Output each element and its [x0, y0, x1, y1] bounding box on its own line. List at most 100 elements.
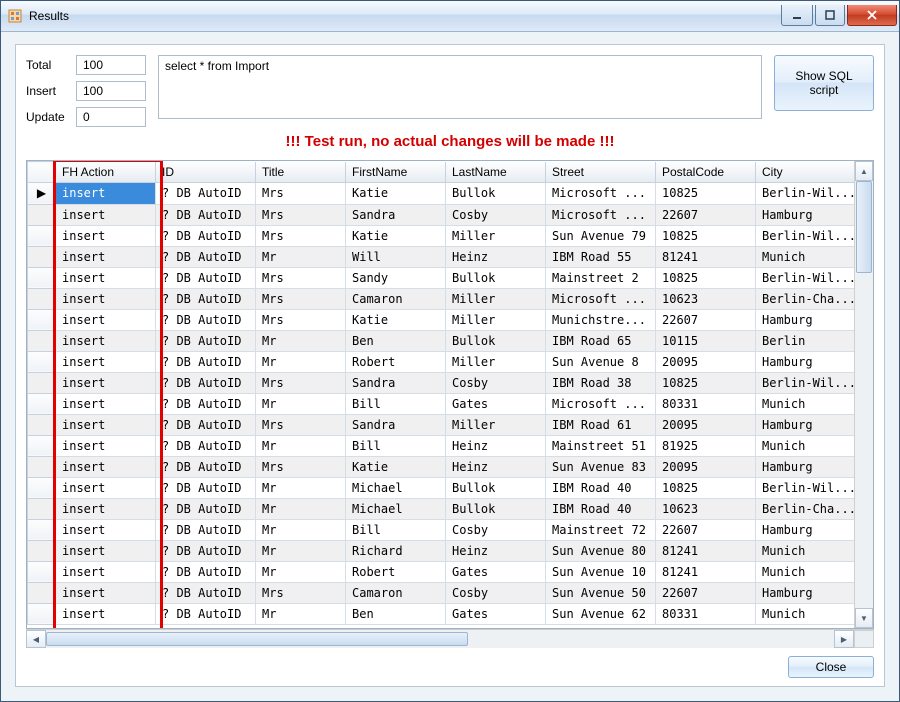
cell-first[interactable]: Katie	[346, 225, 446, 246]
cell-first[interactable]: Sandy	[346, 267, 446, 288]
cell-action[interactable]: insert	[56, 414, 156, 435]
row-indicator[interactable]	[28, 435, 56, 456]
cell-postal[interactable]: 80331	[656, 603, 756, 624]
row-indicator[interactable]	[28, 288, 56, 309]
table-row[interactable]: insert? DB AutoIDMrMichaelBullokIBM Road…	[28, 477, 855, 498]
cell-title[interactable]: Mr	[256, 435, 346, 456]
maximize-button[interactable]	[815, 5, 845, 26]
cell-postal[interactable]: 20095	[656, 456, 756, 477]
column-header-row[interactable]: FH Action ID Title FirstName LastName St…	[28, 162, 855, 183]
table-row[interactable]: insert? DB AutoIDMrBillHeinzMainstreet 5…	[28, 435, 855, 456]
scroll-left-arrow-icon[interactable]: ◀	[26, 630, 46, 648]
cell-first[interactable]: Katie	[346, 309, 446, 330]
cell-postal[interactable]: 20095	[656, 351, 756, 372]
cell-last[interactable]: Miller	[446, 351, 546, 372]
cell-city[interactable]: Munich	[756, 603, 855, 624]
cell-city[interactable]: Berlin-Cha...	[756, 288, 855, 309]
cell-id[interactable]: ? DB AutoID	[156, 414, 256, 435]
cell-postal[interactable]: 22607	[656, 519, 756, 540]
cell-first[interactable]: Katie	[346, 456, 446, 477]
cell-id[interactable]: ? DB AutoID	[156, 330, 256, 351]
col-street[interactable]: Street	[546, 162, 656, 183]
cell-action[interactable]: insert	[56, 204, 156, 225]
cell-first[interactable]: Bill	[346, 393, 446, 414]
sql-query-text[interactable]: select * from Import	[158, 55, 762, 119]
horizontal-scrollbar[interactable]: ◀ ▶	[26, 629, 874, 648]
cell-city[interactable]: Berlin-Cha...	[756, 498, 855, 519]
row-indicator[interactable]	[28, 372, 56, 393]
cell-action[interactable]: insert	[56, 477, 156, 498]
cell-street[interactable]: Microsoft ...	[546, 393, 656, 414]
close-window-button[interactable]	[847, 5, 897, 26]
col-postal[interactable]: PostalCode	[656, 162, 756, 183]
cell-city[interactable]: Hamburg	[756, 204, 855, 225]
titlebar[interactable]: Results	[1, 1, 899, 32]
cell-street[interactable]: Munichstre...	[546, 309, 656, 330]
cell-title[interactable]: Mr	[256, 540, 346, 561]
table-row[interactable]: insert? DB AutoIDMrMichaelBullokIBM Road…	[28, 498, 855, 519]
cell-id[interactable]: ? DB AutoID	[156, 477, 256, 498]
cell-postal[interactable]: 10825	[656, 267, 756, 288]
cell-city[interactable]: Munich	[756, 393, 855, 414]
cell-first[interactable]: Camaron	[346, 288, 446, 309]
cell-postal[interactable]: 81241	[656, 561, 756, 582]
cell-action[interactable]: insert	[56, 351, 156, 372]
cell-first[interactable]: Sandra	[346, 372, 446, 393]
table-row[interactable]: insert? DB AutoIDMrRichardHeinzSun Avenu…	[28, 540, 855, 561]
cell-action[interactable]: insert	[56, 456, 156, 477]
table-row[interactable]: insert? DB AutoIDMrBenBullokIBM Road 651…	[28, 330, 855, 351]
cell-id[interactable]: ? DB AutoID	[156, 582, 256, 603]
cell-title[interactable]: Mrs	[256, 372, 346, 393]
cell-city[interactable]: Berlin	[756, 330, 855, 351]
cell-action[interactable]: insert	[56, 330, 156, 351]
cell-id[interactable]: ? DB AutoID	[156, 540, 256, 561]
hscroll-track[interactable]	[46, 631, 834, 647]
cell-first[interactable]: Sandra	[346, 414, 446, 435]
table-row[interactable]: insert? DB AutoIDMrsSandraMillerIBM Road…	[28, 414, 855, 435]
row-indicator[interactable]	[28, 267, 56, 288]
cell-street[interactable]: Microsoft ...	[546, 288, 656, 309]
cell-street[interactable]: IBM Road 40	[546, 498, 656, 519]
cell-postal[interactable]: 22607	[656, 582, 756, 603]
cell-id[interactable]: ? DB AutoID	[156, 309, 256, 330]
table-row[interactable]: insert? DB AutoIDMrsKatieMillerSun Avenu…	[28, 225, 855, 246]
table-row[interactable]: insert? DB AutoIDMrBillGatesMicrosoft ..…	[28, 393, 855, 414]
cell-city[interactable]: Berlin-Wil...	[756, 477, 855, 498]
cell-street[interactable]: Sun Avenue 50	[546, 582, 656, 603]
row-indicator[interactable]	[28, 603, 56, 624]
row-indicator[interactable]	[28, 561, 56, 582]
cell-action[interactable]: insert	[56, 225, 156, 246]
col-city[interactable]: City	[756, 162, 855, 183]
cell-first[interactable]: Bill	[346, 519, 446, 540]
cell-first[interactable]: Michael	[346, 477, 446, 498]
cell-city[interactable]: Munich	[756, 540, 855, 561]
cell-title[interactable]: Mr	[256, 519, 346, 540]
cell-last[interactable]: Miller	[446, 414, 546, 435]
cell-id[interactable]: ? DB AutoID	[156, 225, 256, 246]
cell-postal[interactable]: 22607	[656, 204, 756, 225]
cell-id[interactable]: ? DB AutoID	[156, 435, 256, 456]
cell-action[interactable]: insert	[56, 182, 156, 204]
row-indicator[interactable]: ▶	[28, 182, 56, 204]
table-row[interactable]: insert? DB AutoIDMrsSandyBullokMainstree…	[28, 267, 855, 288]
cell-last[interactable]: Cosby	[446, 519, 546, 540]
cell-postal[interactable]: 22607	[656, 309, 756, 330]
cell-city[interactable]: Berlin-Wil...	[756, 372, 855, 393]
cell-id[interactable]: ? DB AutoID	[156, 393, 256, 414]
table-row[interactable]: insert? DB AutoIDMrsKatieHeinzSun Avenue…	[28, 456, 855, 477]
table-row[interactable]: insert? DB AutoIDMrsSandraCosbyIBM Road …	[28, 372, 855, 393]
cell-street[interactable]: IBM Road 55	[546, 246, 656, 267]
row-indicator[interactable]	[28, 393, 56, 414]
vertical-scrollbar[interactable]: ▲ ▼	[854, 161, 873, 628]
row-indicator[interactable]	[28, 225, 56, 246]
table-row[interactable]: insert? DB AutoIDMrRobertMillerSun Avenu…	[28, 351, 855, 372]
cell-city[interactable]: Hamburg	[756, 351, 855, 372]
row-indicator[interactable]	[28, 204, 56, 225]
hscroll-thumb[interactable]	[46, 632, 468, 646]
cell-title[interactable]: Mr	[256, 477, 346, 498]
cell-action[interactable]: insert	[56, 288, 156, 309]
scroll-up-arrow-icon[interactable]: ▲	[855, 161, 873, 181]
cell-title[interactable]: Mr	[256, 498, 346, 519]
cell-title[interactable]: Mrs	[256, 309, 346, 330]
cell-street[interactable]: Sun Avenue 83	[546, 456, 656, 477]
